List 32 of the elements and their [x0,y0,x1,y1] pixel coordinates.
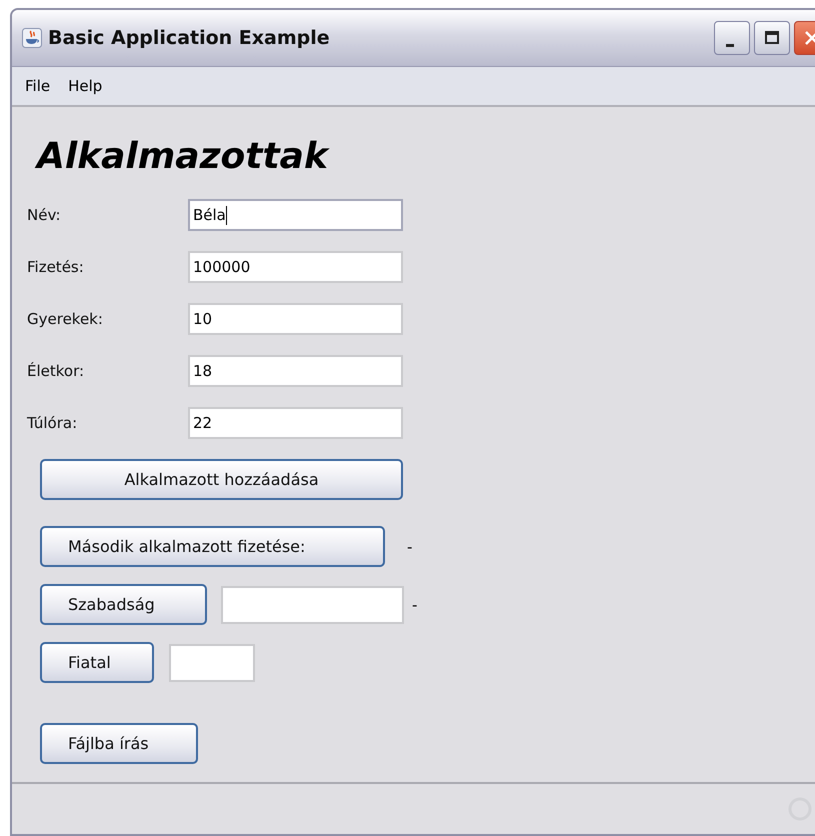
field-value: 100000 [193,258,250,276]
field-label: Túlóra: [27,414,78,432]
coffee-cup-icon [22,28,42,48]
text-field[interactable]: Béla [188,199,403,231]
maximize-button[interactable] [754,21,790,55]
field-value: Béla [193,206,226,224]
menu-item[interactable]: File [16,75,60,97]
text-field[interactable]: 18 [188,355,403,387]
add-employee-button[interactable]: Alkalmazott hozzáadása [40,459,403,500]
young-button[interactable]: Fiatal [40,642,154,683]
text-field[interactable]: 100000 [188,251,403,283]
result-text: - [407,538,412,556]
result-text: - [412,596,418,614]
text-field[interactable]: 10 [188,303,403,335]
field-value: 10 [193,310,212,328]
menu-item[interactable]: Help [59,75,112,97]
input-field[interactable] [169,644,255,682]
field-label: Fizetés: [27,258,85,276]
write-file-button[interactable]: Fájlba írás [40,723,198,764]
input-field[interactable] [221,586,404,624]
second-salary-button[interactable]: Második alkalmazott fizetése: [40,526,385,567]
field-value: 18 [193,362,212,380]
field-label: Név: [27,206,62,224]
vacation-button[interactable]: Szabadság [40,584,207,625]
minimize-button[interactable] [714,21,750,55]
heading: Alkalmazottak [37,133,815,181]
field-value: 22 [193,414,212,432]
text-field[interactable]: 22 [188,407,403,439]
minimize-icon [726,44,734,46]
field-label: Életkor: [27,362,86,380]
window-title: Basic Application Example [48,27,331,49]
field-label: Gyerekek: [27,310,104,328]
